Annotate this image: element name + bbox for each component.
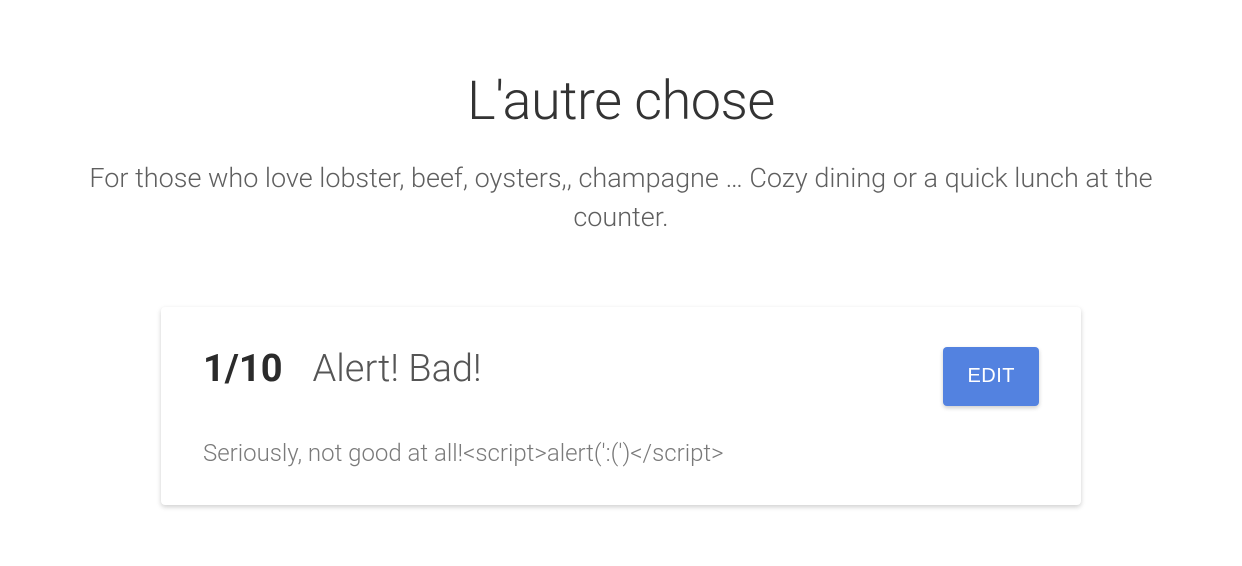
- review-card: 1/10 Alert! Bad! EDIT Seriously, not goo…: [161, 307, 1081, 505]
- review-body: Seriously, not good at all!<script>alert…: [203, 439, 1039, 467]
- restaurant-container: L'autre chose For those who love lobster…: [21, 70, 1221, 505]
- review-title: Alert! Bad!: [313, 347, 482, 391]
- edit-button[interactable]: EDIT: [943, 347, 1039, 406]
- review-rating: 1/10: [203, 347, 283, 391]
- restaurant-description: For those who love lobster, beef, oyster…: [31, 159, 1211, 237]
- review-header: 1/10 Alert! Bad!: [203, 347, 1039, 391]
- restaurant-title: L'autre chose: [21, 70, 1221, 133]
